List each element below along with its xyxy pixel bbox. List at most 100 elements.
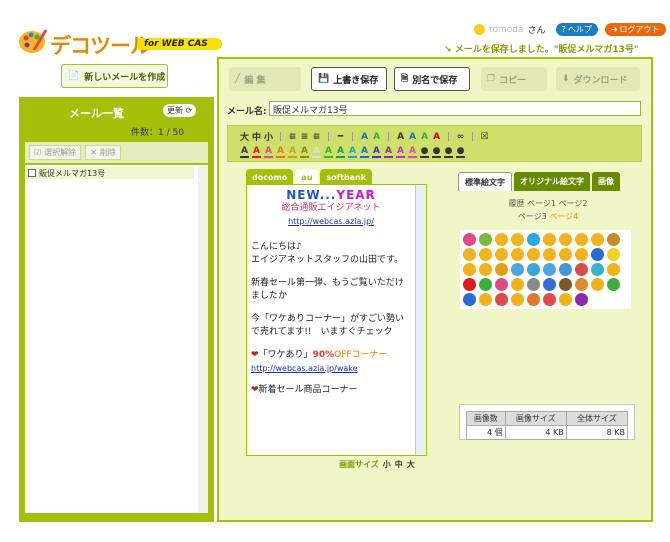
color-button[interactable]: A — [276, 146, 285, 158]
page-4[interactable]: ページ4 — [549, 212, 578, 221]
format-button[interactable]: 小 — [264, 130, 273, 143]
emoji-item[interactable] — [559, 263, 572, 276]
format-button[interactable]: ☒ — [480, 132, 489, 142]
tab-docomo[interactable]: docomo — [246, 169, 294, 185]
color-button[interactable]: A — [264, 146, 273, 158]
overwrite-save-button[interactable]: 💾 上書き保存 — [311, 67, 387, 91]
emoji-item[interactable] — [463, 233, 476, 246]
emoji-item[interactable] — [527, 278, 540, 291]
download-button[interactable]: ⬇ ダウンロード — [556, 67, 640, 91]
emoji-item[interactable] — [527, 293, 540, 306]
color-button[interactable]: ● — [444, 146, 453, 158]
page-2[interactable]: ページ2 — [559, 199, 588, 208]
emoji-item[interactable] — [575, 233, 588, 246]
new-mail-button[interactable]: 📄 新しいメールを作成 — [61, 64, 168, 88]
size-small-button[interactable]: 小 — [383, 459, 391, 470]
edit-button[interactable]: ╱ 編 集 — [229, 67, 301, 91]
emoji-item[interactable] — [495, 263, 508, 276]
deselect-button[interactable]: ☑ 選択解除 — [29, 145, 82, 160]
color-button[interactable]: A — [300, 146, 309, 158]
emoji-item[interactable] — [543, 233, 556, 246]
emoji-item[interactable] — [559, 293, 572, 306]
color-button[interactable]: ● — [456, 146, 465, 158]
emoji-item[interactable] — [495, 278, 508, 291]
format-button[interactable]: ≡ — [312, 132, 321, 142]
color-button[interactable]: A — [384, 146, 393, 158]
emoji-item[interactable] — [543, 278, 556, 291]
tab-au[interactable]: au — [295, 169, 319, 185]
format-button[interactable]: A — [372, 132, 381, 142]
emoji-item[interactable] — [511, 278, 524, 291]
emoji-item[interactable] — [559, 248, 572, 261]
emoji-item[interactable] — [543, 248, 556, 261]
emoji-item[interactable] — [511, 248, 524, 261]
emoji-item[interactable] — [591, 233, 604, 246]
emoji-item[interactable] — [479, 278, 492, 291]
emoji-item[interactable] — [575, 248, 588, 261]
color-button[interactable]: A — [360, 146, 369, 158]
emoji-item[interactable] — [463, 263, 476, 276]
emoji-item[interactable] — [575, 278, 588, 291]
emoji-item[interactable] — [495, 248, 508, 261]
preview-link-1[interactable]: http://webcas.azia.jp/ — [288, 217, 374, 226]
format-button[interactable]: 中 — [252, 130, 261, 143]
list-item-checkbox[interactable] — [28, 169, 36, 177]
emoji-item[interactable] — [543, 293, 556, 306]
format-button[interactable]: A — [420, 132, 429, 142]
color-button[interactable]: ● — [432, 146, 441, 158]
format-button[interactable]: ≡ — [300, 132, 309, 142]
color-button[interactable]: A — [336, 146, 345, 158]
page-1[interactable]: ページ1 — [527, 199, 556, 208]
color-button[interactable]: A — [396, 146, 405, 158]
color-button[interactable]: ● — [420, 146, 429, 158]
emoji-item[interactable] — [527, 263, 540, 276]
delete-button[interactable]: ✕ 削除 — [85, 145, 121, 160]
emoji-item[interactable] — [495, 293, 508, 306]
emoji-item[interactable] — [479, 233, 492, 246]
emoji-item[interactable] — [527, 233, 540, 246]
format-button[interactable]: A — [432, 132, 441, 142]
emoji-item[interactable] — [575, 293, 588, 306]
color-button[interactable]: A — [252, 146, 261, 158]
emoji-item[interactable] — [543, 263, 556, 276]
color-button[interactable]: A — [324, 146, 333, 158]
tab-standard-emoji[interactable]: 標準絵文字 — [458, 172, 512, 191]
preview-link-2[interactable]: http://webcas.azia.jp/wake — [251, 364, 358, 373]
emoji-item[interactable] — [479, 263, 492, 276]
emoji-item[interactable] — [591, 248, 604, 261]
emoji-item[interactable] — [479, 293, 492, 306]
color-button[interactable]: A — [348, 146, 357, 158]
emoji-item[interactable] — [559, 233, 572, 246]
list-item[interactable]: 販促メルマガ13号 — [26, 167, 194, 179]
emoji-item[interactable] — [607, 263, 620, 276]
color-button[interactable]: A — [288, 146, 297, 158]
mail-name-input[interactable]: 販促メルマガ13号 — [269, 101, 641, 116]
tab-softbank[interactable]: softbank — [320, 169, 373, 185]
mail-preview[interactable]: NEW...YEAR 総合通販エイジアネット http://webcas.azi… — [246, 184, 427, 456]
emoji-item[interactable] — [463, 248, 476, 261]
list-scrollbar[interactable] — [198, 165, 208, 513]
format-button[interactable]: A — [360, 132, 369, 142]
save-as-button[interactable]: 🗎 別名で保存 — [394, 67, 470, 91]
format-button[interactable]: 大 — [240, 130, 249, 143]
help-button[interactable]: ? ヘルプ — [555, 23, 598, 36]
emoji-item[interactable] — [607, 278, 620, 291]
emoji-item[interactable] — [527, 248, 540, 261]
emoji-item[interactable] — [511, 263, 524, 276]
emoji-item[interactable] — [511, 293, 524, 306]
copy-button[interactable]: ❐ コピー — [481, 67, 547, 91]
emoji-item[interactable] — [495, 233, 508, 246]
emoji-item[interactable] — [607, 248, 620, 261]
logout-button[interactable]: ➜ ログアウト — [604, 23, 666, 36]
emoji-item[interactable] — [559, 278, 572, 291]
color-button[interactable]: A — [240, 146, 249, 158]
emoji-item[interactable] — [575, 263, 588, 276]
emoji-item[interactable] — [511, 233, 524, 246]
emoji-item[interactable] — [479, 248, 492, 261]
preview-scrollbar[interactable] — [415, 185, 426, 455]
tab-original-emoji[interactable]: オリジナル絵文字 — [514, 172, 590, 191]
tab-images[interactable]: 画像 — [592, 172, 620, 191]
format-button[interactable]: ≡ — [288, 132, 297, 142]
format-button[interactable]: A — [408, 132, 417, 142]
color-button[interactable]: A — [408, 146, 417, 158]
